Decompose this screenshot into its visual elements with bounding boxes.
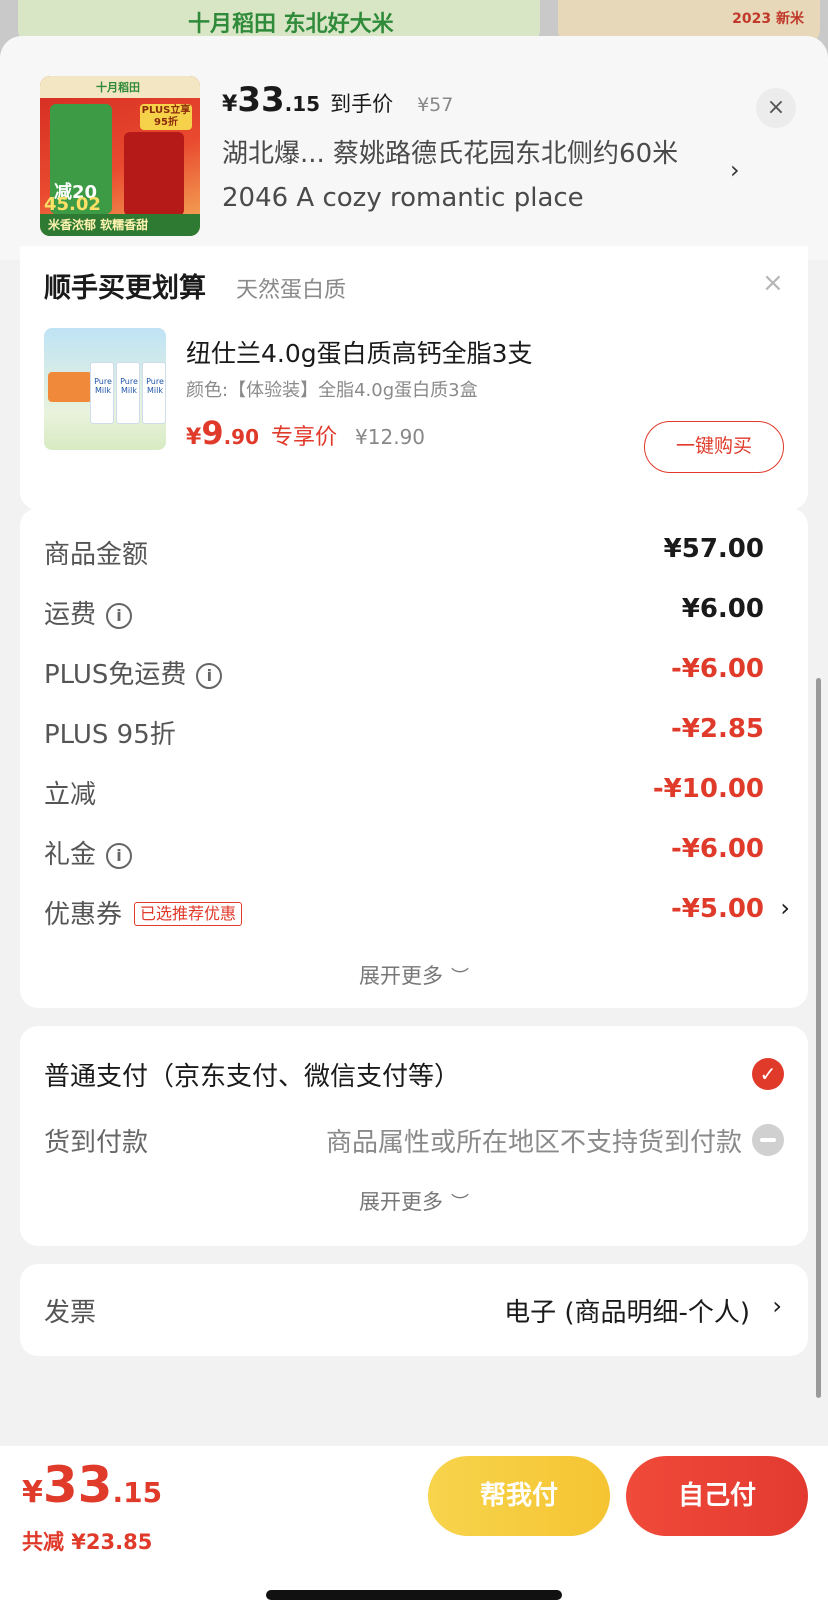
chevron-right-icon: › [772, 1292, 782, 1320]
row-value: ¥57.00 [663, 534, 764, 564]
chevron-down-icon: ︶ [451, 967, 469, 988]
breakdown-row: 商品金额 ¥57.00 [44, 530, 784, 570]
home-indicator[interactable] [266, 1590, 562, 1600]
milk-box-label: Pure Milk [120, 377, 138, 395]
row-label: PLUS免运费 [44, 660, 187, 690]
product-thumbnail[interactable]: 十月稻田 减20 PLUS立享95折 45.02 米香浓郁 软糯香甜 [40, 76, 200, 236]
upsell-title: 顺手买更划算 [44, 273, 206, 304]
row-value: -¥2.85 [670, 714, 764, 744]
row-value: -¥6.00 [670, 654, 764, 684]
expand-more-button[interactable]: 展开更多 ︶ [20, 1186, 808, 1216]
order-header: 十月稻田 减20 PLUS立享95折 45.02 米香浓郁 软糯香甜 ¥ 33 … [0, 36, 828, 260]
row-value: -¥10.00 [652, 774, 764, 804]
row-value: ¥6.00 [681, 594, 764, 624]
milk-box-label: Pure Milk [146, 377, 164, 395]
row-label: PLUS 95折 [44, 720, 176, 750]
price-label: 到手价 [330, 92, 394, 116]
pay-myself-button[interactable]: 自己付 [626, 1456, 808, 1536]
expand-label: 展开更多 [359, 964, 443, 988]
invoice-card[interactable]: 发票 电子 (商品明细-个人) › [20, 1264, 808, 1356]
delivery-address[interactable]: 湖北爆... 蔡姚路德氏花园东北侧约60米2046 A cozy romanti… [222, 132, 712, 220]
price-integer: 33 [237, 80, 285, 120]
close-icon[interactable]: × [762, 268, 784, 298]
milk-box-label: Pure Milk [94, 377, 112, 395]
total-decimal: .15 [112, 1476, 163, 1509]
close-button[interactable]: × [756, 88, 796, 128]
expand-label: 展开更多 [359, 1190, 443, 1214]
thumb-price: 45.02 [44, 194, 101, 215]
price-breakdown-card: 商品金额 ¥57.00 运费 i ¥6.00 PLUS免运费 i -¥6.00 PL… [20, 508, 808, 1008]
thumb-slogan: 米香浓郁 软糯香甜 [48, 218, 149, 232]
milk-product-image[interactable]: Pure Milk Pure Milk Pure Milk [44, 328, 166, 450]
row-value: -¥6.00 [670, 834, 764, 864]
breakdown-row: PLUS 95折 -¥2.85 [44, 710, 784, 750]
breakdown-row: 立减 -¥10.00 [44, 770, 784, 810]
original-price: ¥57 [417, 94, 454, 116]
total-integer: 33 [42, 1456, 113, 1514]
upsell-price: ¥ 9 .90 专享价 ¥12.90 [186, 414, 425, 452]
check-icon[interactable]: ✓ [752, 1058, 784, 1090]
coupon-row[interactable]: 优惠券 已选推荐优惠 -¥5.00 › [44, 890, 790, 930]
original-price: ¥12.90 [355, 425, 426, 449]
invoice-label: 发票 [44, 1298, 97, 1328]
background-banner-text-b: 2023 新米 [732, 11, 804, 27]
coupon-tag: 已选推荐优惠 [134, 902, 243, 926]
info-icon[interactable]: i [106, 603, 133, 629]
row-label: 运费 [44, 600, 97, 630]
cod-unavailable-note: 商品属性或所在地区不支持货到付款 [325, 1128, 742, 1158]
one-click-buy-button[interactable]: 一键购买 [644, 421, 784, 473]
chevron-right-icon: › [780, 894, 790, 922]
payment-option-standard[interactable]: 普通支付（京东支付、微信支付等） [44, 1056, 460, 1093]
row-value: -¥5.00 [670, 894, 764, 924]
info-icon[interactable]: i [196, 663, 223, 689]
payment-method-card: 普通支付（京东支付、微信支付等） ✓ 货到付款 商品属性或所在地区不支持货到付款… [20, 1026, 808, 1246]
breakdown-row: PLUS免运费 i -¥6.00 [44, 650, 784, 690]
upsell-product-spec: 颜色:【体验装】全脂4.0g蛋白质3盒 [186, 380, 478, 401]
price-decimal: .90 [223, 425, 260, 449]
price-currency: ¥ [222, 92, 238, 117]
scrollbar[interactable] [816, 678, 821, 1398]
background-banner-text: 十月稻田 东北好大米 [188, 12, 394, 37]
upsell-card: 顺手买更划算 天然蛋白质 × Pure Milk Pure Milk Pure … [20, 246, 808, 510]
thumb-brand: 十月稻田 [96, 81, 140, 94]
info-icon[interactable]: i [106, 843, 133, 869]
breakdown-row: 礼金 i -¥6.00 [44, 830, 784, 870]
upsell-subtitle: 天然蛋白质 [236, 278, 347, 303]
row-label: 立减 [44, 780, 97, 810]
price-decimal: .15 [284, 92, 321, 116]
chevron-down-icon: ︶ [451, 1193, 469, 1214]
total-currency: ¥ [22, 1475, 43, 1510]
upsell-product-name[interactable]: 纽仕兰4.0g蛋白质高钙全脂3支 [186, 334, 533, 370]
help-me-pay-button[interactable]: 帮我付 [428, 1456, 610, 1536]
final-price: ¥ 33 .15 到手价 ¥57 [222, 80, 453, 120]
total-price: ¥ 33 .15 [22, 1456, 162, 1514]
row-label: 商品金额 [44, 540, 149, 570]
row-label: 优惠券 [44, 900, 123, 930]
invoice-value: 电子 (商品明细-个人) [504, 1298, 750, 1328]
price-label: 专享价 [271, 425, 338, 450]
price-integer: 9 [201, 414, 224, 452]
total-saving: 共减 ¥23.85 [22, 1530, 153, 1554]
breakdown-row: 运费 i ¥6.00 [44, 590, 784, 630]
checkout-sheet: 十月稻田 减20 PLUS立享95折 45.02 米香浓郁 软糯香甜 ¥ 33 … [0, 36, 828, 1615]
row-label: 礼金 [44, 840, 97, 870]
rice-bag-image [124, 132, 184, 216]
close-icon: × [766, 95, 786, 120]
expand-more-button[interactable]: 展开更多 ︶ [20, 960, 808, 990]
payment-option-cod: 货到付款 [44, 1128, 149, 1158]
price-currency: ¥ [186, 425, 202, 450]
disabled-icon [752, 1124, 784, 1156]
thumb-plus-badge: PLUS立享95折 [140, 104, 192, 130]
chevron-right-icon[interactable]: › [730, 156, 740, 184]
